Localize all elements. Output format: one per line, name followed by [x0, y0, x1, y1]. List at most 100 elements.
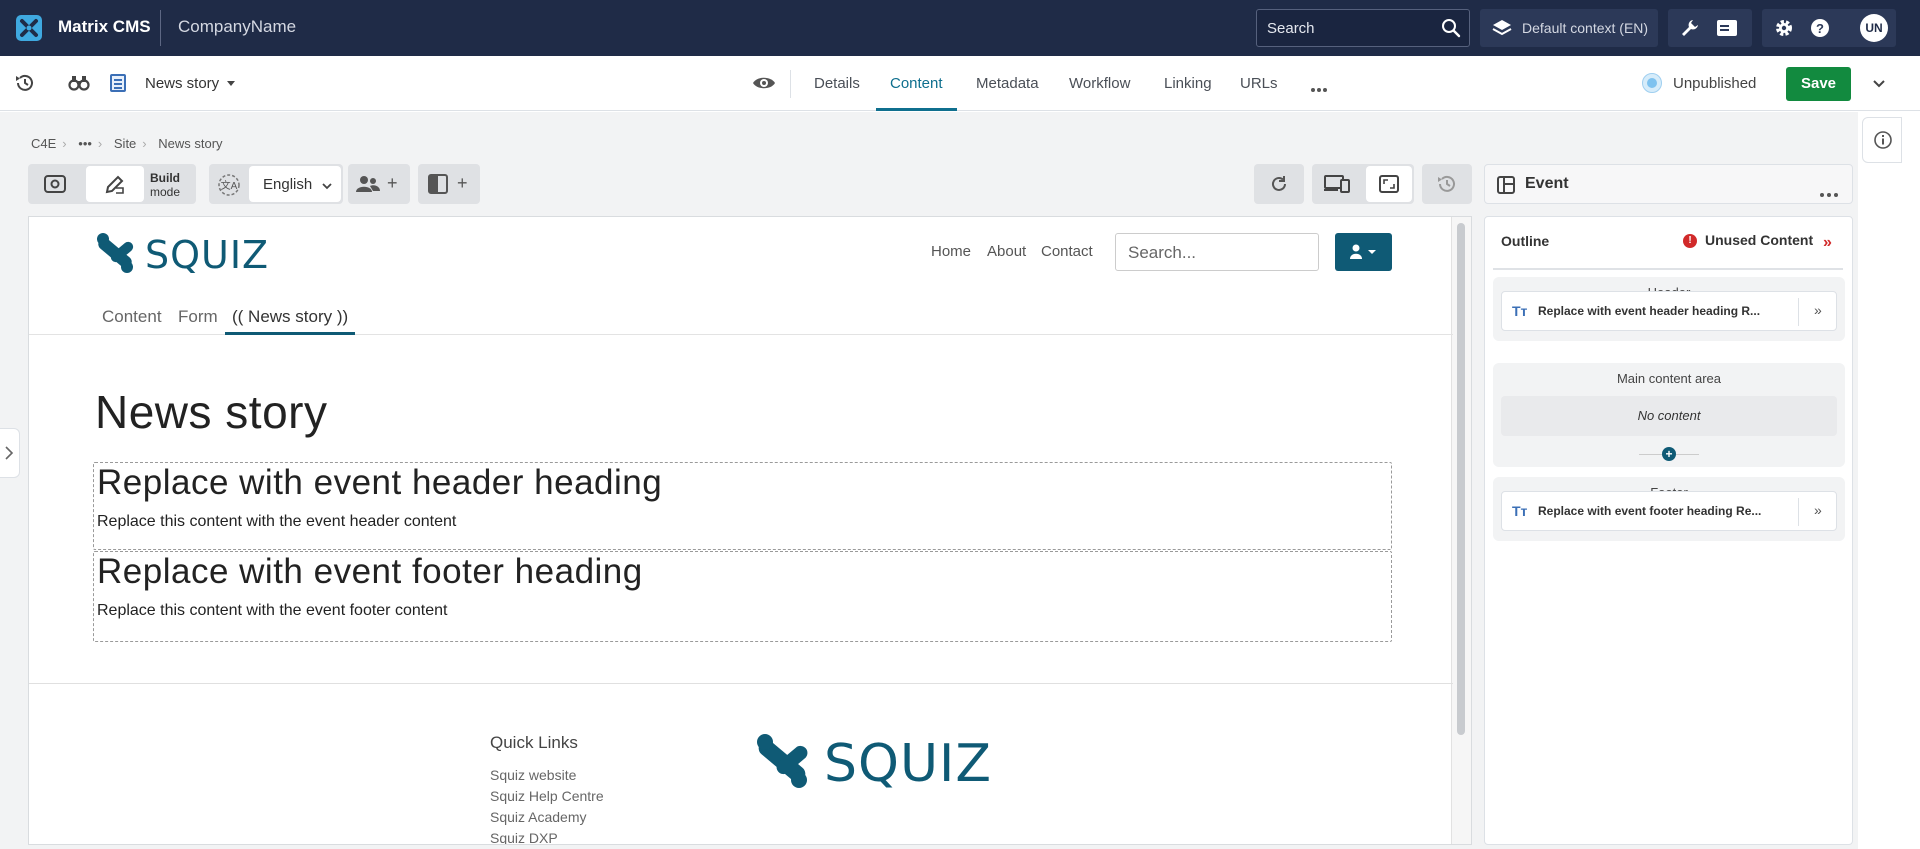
status-icon — [1642, 73, 1662, 93]
save-button[interactable]: Save — [1786, 67, 1851, 101]
outline-item-label: Replace with event footer heading Re... — [1538, 504, 1762, 518]
tab-workflow[interactable]: Workflow — [1055, 56, 1144, 111]
binoculars-icon[interactable] — [68, 72, 90, 99]
context-selector[interactable]: Default context (EN) — [1480, 9, 1658, 47]
chevrons-right-icon[interactable]: » — [1814, 302, 1822, 318]
language-select[interactable]: English — [249, 166, 341, 202]
eye-icon[interactable] — [752, 74, 776, 97]
asset-toolbar: News story Details Content Metadata Work… — [0, 56, 1920, 111]
preview-mode-icon[interactable] — [44, 174, 66, 199]
outline-section-footer: Footer Tт Replace with event footer head… — [1493, 477, 1845, 541]
outline-section-header: Header Tт Replace with event header head… — [1493, 277, 1845, 341]
revisions-button[interactable] — [1422, 164, 1472, 204]
device-toggle-group — [1312, 164, 1414, 204]
page-preview-frame: SQUIZ Home About Contact Search... Conte… — [28, 216, 1472, 845]
quick-link[interactable]: Squiz Help Centre — [490, 788, 604, 804]
avatar[interactable]: UN — [1860, 14, 1888, 42]
svg-text:SQUIZ: SQUIZ — [824, 734, 992, 791]
panel-icon[interactable] — [1716, 19, 1738, 42]
add-component-icon[interactable]: + — [1662, 447, 1676, 461]
pencil-ruler-icon — [104, 175, 126, 200]
text-type-icon: Tт — [1512, 503, 1528, 519]
unused-content-link[interactable]: Unused Content — [1705, 232, 1813, 248]
squiz-logo[interactable]: SQUIZ — [93, 231, 273, 280]
breadcrumb-item[interactable]: ••• — [78, 136, 92, 151]
outline-item[interactable]: Tт Replace with event footer heading Re.… — [1501, 491, 1837, 531]
breadcrumb-item[interactable]: C4E — [31, 136, 56, 151]
chevron-right-icon: › — [62, 136, 67, 151]
tab-metadata[interactable]: Metadata — [962, 56, 1053, 111]
breadcrumb-item[interactable]: Site — [114, 136, 136, 151]
expand-left-panel-button[interactable] — [0, 428, 20, 478]
build-label-text: Build — [150, 171, 180, 185]
site-nav-contact[interactable]: Contact — [1041, 243, 1093, 260]
build-mode-button[interactable] — [86, 166, 144, 202]
block-body: Replace this content with the event head… — [97, 513, 457, 530]
info-panel-button[interactable] — [1862, 117, 1902, 163]
tools-group — [1668, 9, 1752, 47]
translate-icon[interactable]: 文A — [217, 173, 241, 202]
tab-linking[interactable]: Linking — [1150, 56, 1226, 111]
site-nav-about[interactable]: About — [987, 243, 1026, 260]
search-icon[interactable] — [1441, 18, 1461, 43]
help-icon[interactable]: ? — [1810, 18, 1830, 43]
chevrons-right-icon[interactable]: » — [1814, 502, 1822, 518]
responsive-devices-icon[interactable] — [1324, 174, 1350, 199]
fullsize-button[interactable] — [1366, 166, 1412, 202]
panel-title: Event — [1525, 175, 1569, 192]
block-body: Replace this content with the event foot… — [97, 602, 448, 619]
page-title: News story — [95, 386, 328, 438]
block-heading: Replace with event footer heading — [97, 552, 643, 591]
tab-urls[interactable]: URLs — [1226, 56, 1292, 111]
tab-details[interactable]: Details — [800, 56, 874, 111]
chevron-down-icon[interactable] — [1872, 76, 1886, 94]
refresh-button[interactable] — [1254, 164, 1304, 204]
chevron-right-icon: › — [142, 136, 147, 151]
site-tab-content[interactable]: Content — [95, 307, 169, 335]
scrollbar-track[interactable] — [1451, 217, 1471, 844]
layout-add-button[interactable]: + — [418, 164, 480, 204]
outline-item[interactable]: Tт Replace with event header heading R..… — [1501, 291, 1837, 331]
quick-link[interactable]: Squiz Academy — [490, 809, 587, 825]
site-search-input[interactable]: Search... — [1115, 233, 1319, 271]
gear-icon[interactable] — [1774, 18, 1794, 43]
outline-item-label: Replace with event header heading R... — [1538, 304, 1761, 318]
site-tab-news-story[interactable]: (( News story )) — [225, 307, 356, 335]
history-icon[interactable] — [14, 72, 36, 99]
more-options-icon[interactable] — [1820, 184, 1838, 202]
divider — [1798, 298, 1799, 326]
scrollbar-thumb[interactable] — [1457, 223, 1465, 735]
collaborators-button[interactable]: + — [348, 164, 410, 204]
wrench-icon[interactable] — [1680, 18, 1700, 43]
language-value: English — [263, 176, 313, 193]
history-icon — [1437, 174, 1457, 199]
site-user-button[interactable] — [1335, 233, 1392, 271]
more-tabs-icon[interactable] — [1310, 80, 1328, 98]
site-tab-form[interactable]: Form — [171, 307, 225, 335]
quick-link[interactable]: Squiz website — [490, 767, 576, 783]
matrix-logo-icon[interactable] — [16, 15, 42, 41]
chevron-down-icon — [321, 178, 333, 196]
asset-type-icon — [110, 74, 126, 92]
global-search-input[interactable]: Search — [1256, 9, 1470, 47]
quick-link[interactable]: Squiz DXP — [490, 830, 558, 844]
site-nav-home[interactable]: Home — [931, 243, 971, 260]
company-name: CompanyName — [178, 17, 297, 36]
text-type-icon: Tт — [1512, 303, 1528, 319]
component-panel-header: Event — [1484, 164, 1853, 204]
divider — [29, 683, 1453, 684]
chevrons-right-icon[interactable]: » — [1823, 234, 1832, 252]
outline-section-main: Main content area No content + — [1493, 363, 1845, 467]
footer-content-block[interactable]: Replace with event footer heading Replac… — [93, 551, 1392, 642]
header-content-block[interactable]: Replace with event header heading Replac… — [93, 462, 1392, 550]
status-badge[interactable]: Unpublished — [1673, 75, 1756, 92]
expand-frame-icon — [1379, 175, 1399, 198]
users-icon — [356, 175, 380, 198]
divider — [790, 70, 791, 98]
chevron-down-icon[interactable] — [227, 81, 235, 86]
plus-icon: + — [457, 173, 468, 193]
asset-name[interactable]: News story — [145, 75, 219, 92]
chevron-right-icon: › — [97, 136, 103, 151]
tab-content[interactable]: Content — [876, 56, 957, 111]
section-title: Main content area — [1616, 371, 1722, 386]
